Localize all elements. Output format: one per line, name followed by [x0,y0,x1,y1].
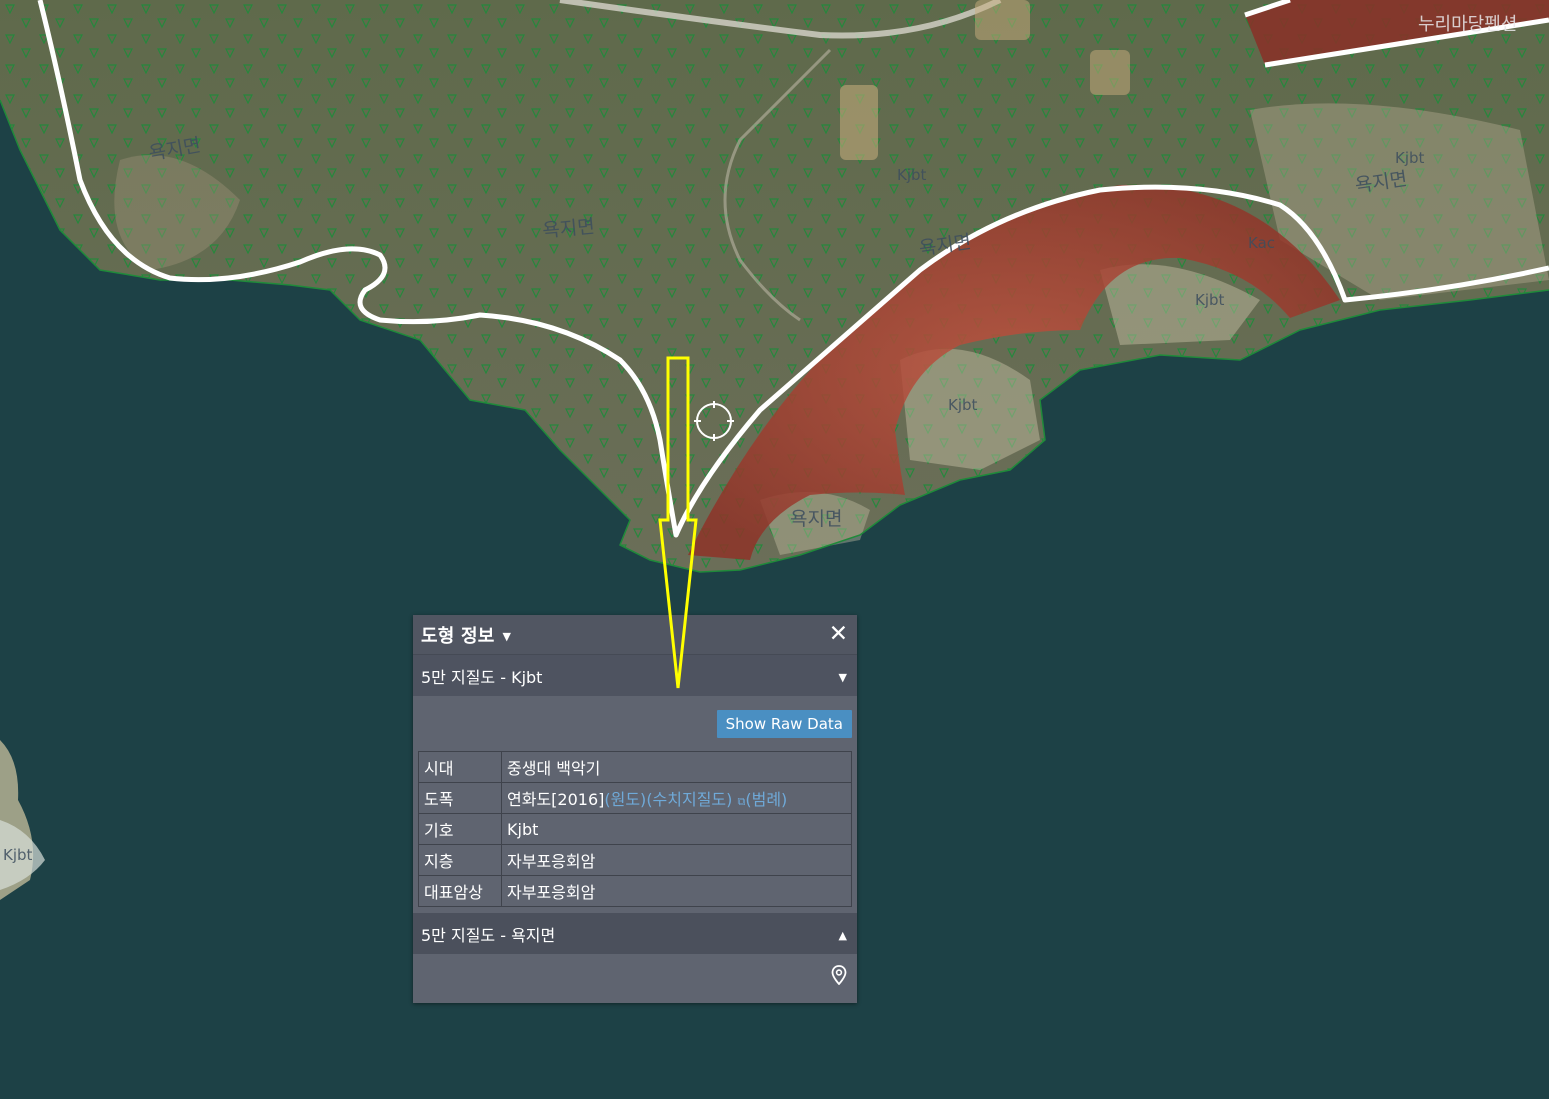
table-row: 도폭 연화도[2016](원도)(수치지질도) ⧉(범례) [418,782,852,814]
chevron-down-icon: ▼ [838,670,847,684]
field [1090,50,1130,95]
original-map-link[interactable]: (원도) [604,790,646,809]
attribute-value: 자부포응회암 [501,844,852,876]
attribute-value-with-links: 연화도[2016](원도)(수치지질도) ⧉(범례) [501,782,852,814]
attribute-value: 연화도[2016] [507,790,605,809]
feature-detail: Show Raw Data 시대 중생대 백악기 도폭 연화도[2016](원도… [413,696,857,907]
map-label-kjbt: Kjbt [897,166,927,184]
panel-footer [413,954,857,995]
chevron-up-icon: ▲ [838,928,847,942]
attribute-value: 자부포응회암 [501,875,852,907]
attribute-table: 시대 중생대 백악기 도폭 연화도[2016](원도)(수치지질도) ⧉(범례)… [418,751,852,907]
location-pin-icon[interactable] [831,964,847,985]
table-row: 기호 Kjbt [418,813,852,845]
legend-link[interactable]: (범례) [745,790,787,809]
table-row: 시대 중생대 백악기 [418,751,852,783]
map-label-kac: Kac [1248,234,1275,252]
field [840,85,878,160]
field [975,0,1030,40]
feature-info-panel: 도형 정보 ▼ ✕ 5만 지질도 - Kjbt ▼ Show Raw Data … [413,615,857,1003]
feature-accordion-label: 5만 지질도 - 욕지면 [421,925,556,945]
attribute-value: 중생대 백악기 [501,751,852,783]
map-label-top-right: 누리마당펜션 [1418,14,1517,35]
feature-accordion-label: 5만 지질도 - Kjbt [421,667,543,687]
table-row: 지층 자부포응회암 [418,844,852,876]
attribute-key: 기호 [418,813,502,845]
map-label-kjbt: Kjbt [1395,149,1425,167]
attribute-key: 도폭 [418,782,502,814]
map-label-kjbt: Kjbt [948,396,978,414]
feature-accordion-kjbt[interactable]: 5만 지질도 - Kjbt ▼ [413,655,857,696]
close-button[interactable]: ✕ [829,623,848,646]
attribute-key: 대표암상 [418,875,502,907]
map-label-kjbt: Kjbt [1195,291,1225,309]
title-dropdown-caret-icon[interactable]: ▼ [503,630,511,643]
digital-map-link[interactable]: (수치지질도) [646,790,732,809]
table-row: 대표암상 자부포응회암 [418,875,852,907]
attribute-key: 지층 [418,844,502,876]
panel-header: 도형 정보 ▼ ✕ [413,615,857,655]
map-label-region: 욕지면 [790,508,842,530]
map-label-region: 욕지면 [542,215,596,241]
map-label-kjbt: Kjbt [3,846,33,864]
attribute-key: 시대 [418,751,502,783]
feature-accordion-yokji[interactable]: 5만 지질도 - 욕지면 ▲ [413,913,857,954]
attribute-value: Kjbt [501,813,852,845]
panel-title: 도형 정보 [421,625,495,647]
show-raw-data-button[interactable]: Show Raw Data [716,709,852,738]
